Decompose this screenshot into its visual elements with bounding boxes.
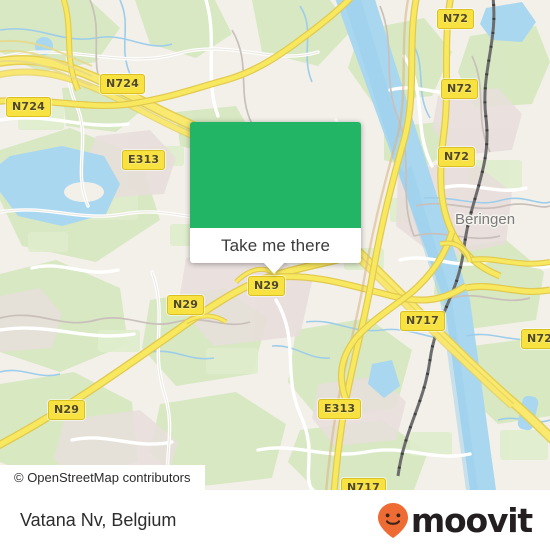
osm-attribution[interactable]: © OpenStreetMap contributors (0, 465, 205, 490)
road-shield-e313-b: E313 (318, 399, 362, 419)
take-me-there-label: Take me there (220, 235, 331, 255)
moovit-pin-smile-icon (377, 503, 408, 538)
road-shield-n72-a: N72 (437, 9, 475, 29)
footer-bar: Vatana Nv, Belgium moovit (0, 490, 550, 550)
map-canvas[interactable]: Beringen N724 N724 E313 N29 N29 N29 N717… (0, 0, 550, 490)
road-shield-n29-c: N29 (48, 400, 86, 420)
take-me-there-button[interactable]: Take me there (190, 228, 361, 263)
road-shield-n724-a: N724 (100, 74, 145, 94)
location-popup[interactable]: Take me there (190, 122, 361, 274)
road-shield-n72-d: N72 (521, 329, 550, 349)
road-shield-n717-b: N717 (341, 478, 386, 490)
moovit-brand: moovit (376, 500, 533, 540)
road-shield-n717-a: N717 (400, 311, 445, 331)
road-shield-n724-b: N724 (6, 97, 51, 117)
moovit-wordmark: moovit (410, 500, 533, 540)
location-title: Vatana Nv, Belgium (20, 509, 177, 530)
road-shield-e313-a: E313 (122, 150, 166, 170)
road-shield-n29-a: N29 (248, 276, 286, 296)
place-label-beringen: Beringen (455, 211, 516, 228)
popup-pointer-tail (263, 262, 285, 274)
road-shield-n29-b: N29 (167, 295, 205, 315)
road-shield-n72-c: N72 (438, 147, 476, 167)
moovit-location-card: Beringen N724 N724 E313 N29 N29 N29 N717… (0, 0, 550, 550)
road-shield-n72-b: N72 (441, 79, 479, 99)
popup-image-placeholder (190, 122, 361, 228)
